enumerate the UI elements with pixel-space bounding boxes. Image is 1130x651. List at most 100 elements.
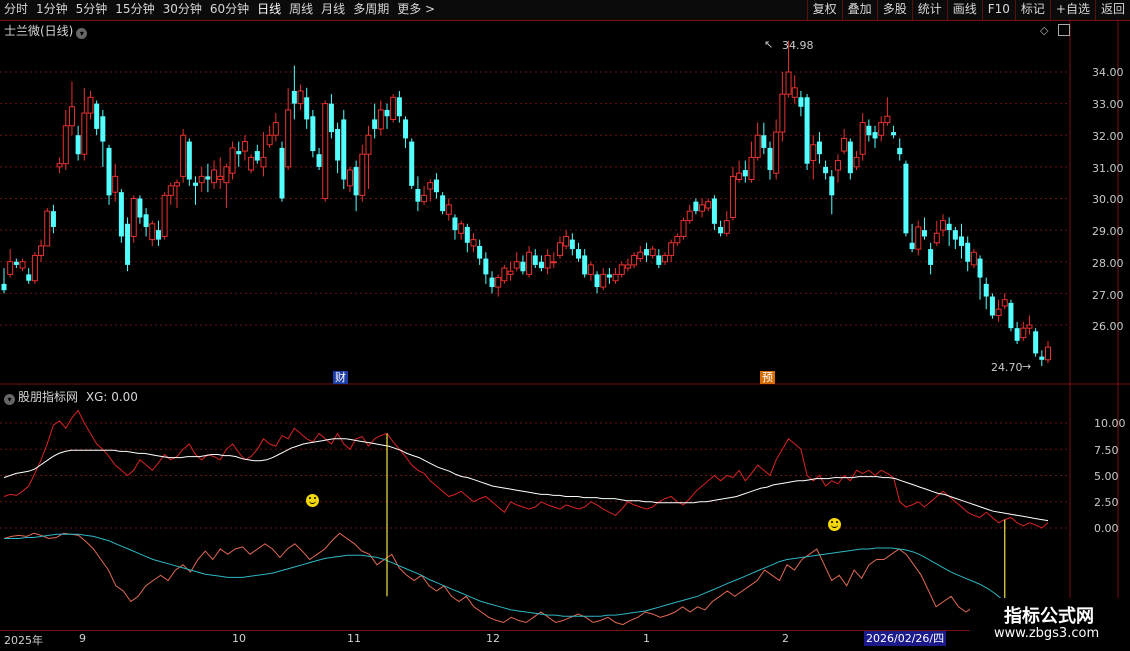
candle-body-up: [526, 251, 533, 275]
add-watchlist-button[interactable]: +自选: [1049, 0, 1095, 20]
indicator-y-tick: 10.00: [1094, 417, 1126, 430]
forecast-badge[interactable]: 预: [760, 371, 775, 384]
candle-body-up: [884, 115, 891, 124]
candle-body-up: [130, 198, 137, 237]
financial-report-badge[interactable]: 财: [333, 371, 348, 384]
indicator-y-tick: 0.00: [1094, 522, 1119, 535]
candlestick-series: [1, 41, 1051, 367]
restore-rights-button[interactable]: 复权: [806, 0, 842, 20]
candle-body-up: [513, 261, 520, 269]
main-grid: [0, 71, 1070, 326]
y-tick: 33.00: [1092, 98, 1124, 111]
overlay-button[interactable]: 叠加: [841, 0, 877, 20]
tab-5min[interactable]: 5分钟: [72, 0, 112, 20]
cursor-date: 2026/02/26/四: [864, 631, 947, 646]
candle-body-up: [346, 169, 353, 187]
candle-body-up: [507, 270, 514, 275]
indicator-red-line: [3, 409, 1049, 529]
candle-body-up: [810, 144, 817, 162]
draw-line-button[interactable]: 画线: [946, 0, 982, 20]
tab-multi-period[interactable]: 多周期: [349, 0, 393, 20]
candle-body-down: [341, 119, 347, 180]
watermark-title: 指标公式网: [1004, 606, 1094, 627]
candle-body-down: [872, 132, 878, 139]
mark-button[interactable]: 标记: [1014, 0, 1050, 20]
candle-body-up: [229, 147, 236, 174]
chart-canvas[interactable]: [0, 20, 1130, 650]
chevron-down-icon[interactable]: ▾: [4, 394, 15, 405]
candle-body-up: [661, 254, 668, 263]
tab-timeshare[interactable]: 分时: [0, 0, 32, 20]
tab-daily[interactable]: 日线: [253, 0, 285, 20]
y-tick: 30.00: [1092, 193, 1124, 206]
candle-body-down: [569, 239, 575, 250]
diamond-icon[interactable]: ◇: [1040, 24, 1048, 37]
indicator-panel-title[interactable]: ▾ 股朋指标网 XG: 0.00: [4, 388, 138, 405]
window-icon[interactable]: [1058, 24, 1070, 36]
candle-body-up: [445, 204, 452, 215]
candle-body-down: [464, 226, 470, 243]
x-tick: 10: [232, 632, 246, 645]
candle-body-up: [390, 96, 397, 120]
period-tabs: 分时 1分钟 5分钟 15分钟 30分钟 60分钟 日线 周线 月线 多周期 更…: [0, 0, 439, 20]
candle-body-up: [167, 185, 174, 196]
candle-body-down: [100, 116, 106, 142]
tab-15min[interactable]: 15分钟: [111, 0, 158, 20]
candle-body-down: [656, 255, 662, 265]
candle-body-down: [576, 249, 582, 259]
main-panel-title[interactable]: 士兰微(日线) ▾: [4, 22, 88, 39]
candle-body-up: [674, 235, 681, 244]
candle-body-up: [211, 169, 218, 184]
candle-body-down: [1, 283, 7, 291]
tab-60min[interactable]: 60分钟: [206, 0, 253, 20]
candle-body-up: [81, 112, 88, 155]
candle-body-up: [618, 264, 625, 275]
candle-body-up: [272, 122, 279, 136]
indicator-y-tick: 7.50: [1094, 444, 1119, 457]
candle-body-down: [909, 242, 915, 250]
candle-body-down: [94, 103, 100, 129]
candle-body-down: [959, 236, 965, 246]
tab-30min[interactable]: 30分钟: [159, 0, 206, 20]
candle-body-down: [409, 141, 415, 186]
back-button[interactable]: 返回: [1094, 0, 1130, 20]
candle-body-down: [403, 119, 409, 139]
candle-body-up: [56, 163, 63, 168]
candle-body-up: [377, 109, 384, 130]
chevron-down-icon[interactable]: ▾: [76, 28, 88, 39]
candle-body-up: [550, 261, 557, 264]
low-marker: 24.70: [991, 361, 1023, 374]
candle-body-up: [285, 109, 292, 168]
tab-weekly[interactable]: 周线: [285, 0, 317, 20]
candle-body-down: [396, 97, 402, 117]
candle-body-up: [785, 71, 792, 95]
candle-body-up: [705, 201, 712, 209]
buy-signal-icon[interactable]: [828, 518, 841, 531]
candle-body-up: [779, 93, 786, 133]
candle-body-down: [761, 135, 767, 148]
candle-body-up: [217, 175, 224, 181]
candle-body-up: [223, 166, 230, 184]
x-tick: 11: [347, 632, 361, 645]
candle-body-up: [748, 156, 755, 181]
statistics-button[interactable]: 统计: [911, 0, 947, 20]
candle-body-down: [304, 97, 310, 120]
x-tick: 2025年: [4, 634, 43, 647]
multi-stock-button[interactable]: 多股: [876, 0, 912, 20]
tab-more[interactable]: 更多 >: [393, 0, 439, 20]
f10-button[interactable]: F10: [981, 0, 1015, 20]
candle-body-down: [143, 214, 149, 227]
buy-signal-icon[interactable]: [306, 494, 319, 507]
candle-body-up: [470, 239, 477, 247]
tab-monthly[interactable]: 月线: [317, 0, 349, 20]
candle-body-down: [804, 97, 810, 164]
candle-body-up: [600, 273, 607, 288]
candle-body-down: [279, 147, 285, 199]
candle-body-up: [19, 261, 26, 269]
candle-body-up: [359, 153, 366, 196]
low-marker-arrow-icon: →: [1022, 360, 1032, 373]
candle-body-down: [118, 192, 124, 237]
candle-body-up: [87, 96, 94, 114]
candle-body-up: [421, 194, 428, 203]
tab-1min[interactable]: 1分钟: [32, 0, 72, 20]
